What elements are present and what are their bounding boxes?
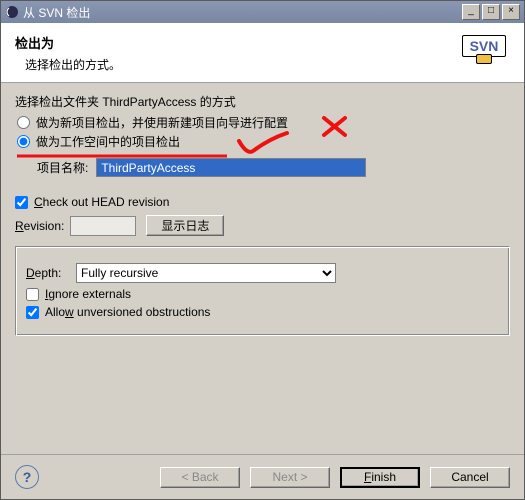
ignore-externals-checkbox[interactable] xyxy=(26,288,39,301)
allow-unversioned-row[interactable]: Allow unversioned obstructions xyxy=(26,305,499,319)
project-name-input[interactable] xyxy=(96,158,366,177)
depth-select[interactable]: Fully recursive xyxy=(76,263,336,283)
radio-new-project[interactable]: 做为新项目检出，并使用新建项目向导进行配置 xyxy=(15,114,510,131)
maximize-button[interactable]: □ xyxy=(482,4,500,20)
wizard-footer: ? < Back Next > Finish Cancel xyxy=(1,454,524,499)
revision-label: Revision: xyxy=(15,219,64,233)
eclipse-icon xyxy=(5,5,19,19)
wizard-header: 检出为 选择检出的方式。 SVN xyxy=(1,23,524,83)
svn-logo-icon: SVN xyxy=(462,35,506,64)
next-button: Next > xyxy=(250,467,330,488)
dialog-window: 从 SVN 检出 _ □ × 检出为 选择检出的方式。 SVN 选择检出文件夹 … xyxy=(0,0,525,500)
depth-group: Depth: Fully recursive Ignore externals … xyxy=(15,246,510,336)
ignore-externals-label: Ignore externals xyxy=(45,287,131,301)
head-revision-label: Check out HEAD revision xyxy=(34,195,169,209)
radio-workspace-project[interactable]: 做为工作空间中的项目检出 xyxy=(15,133,510,150)
checkout-prompt: 选择检出文件夹 ThirdPartyAccess 的方式 xyxy=(15,93,510,110)
titlebar: 从 SVN 检出 _ □ × xyxy=(1,1,524,23)
revision-row: Revision: 显示日志 xyxy=(15,215,510,236)
cancel-button[interactable]: Cancel xyxy=(430,467,510,488)
radio-workspace-project-label: 做为工作空间中的项目检出 xyxy=(36,133,180,150)
ignore-externals-row[interactable]: Ignore externals xyxy=(26,287,499,301)
back-button: < Back xyxy=(160,467,240,488)
allow-unversioned-checkbox[interactable] xyxy=(26,306,39,319)
help-button[interactable]: ? xyxy=(15,465,39,489)
head-revision-row[interactable]: Check out HEAD revision xyxy=(15,195,510,209)
show-log-button[interactable]: 显示日志 xyxy=(146,215,224,236)
project-name-row: 项目名称: xyxy=(37,158,510,177)
depth-row: Depth: Fully recursive xyxy=(26,263,499,283)
head-revision-checkbox[interactable] xyxy=(15,196,28,209)
radio-new-project-input[interactable] xyxy=(17,116,30,129)
minimize-button[interactable]: _ xyxy=(462,4,480,20)
page-subtitle: 选择检出的方式。 xyxy=(25,56,510,73)
project-name-label: 项目名称: xyxy=(37,159,88,176)
depth-label: Depth: xyxy=(26,266,76,280)
page-title: 检出为 xyxy=(15,33,510,52)
wizard-body: 选择检出文件夹 ThirdPartyAccess 的方式 做为新项目检出，并使用… xyxy=(1,83,524,346)
radio-workspace-project-input[interactable] xyxy=(17,135,30,148)
revision-input xyxy=(70,216,136,236)
close-button[interactable]: × xyxy=(502,4,520,20)
allow-unversioned-label: Allow unversioned obstructions xyxy=(45,305,210,319)
radio-new-project-label: 做为新项目检出，并使用新建项目向导进行配置 xyxy=(36,114,288,131)
finish-button[interactable]: Finish xyxy=(340,467,420,488)
window-title: 从 SVN 检出 xyxy=(23,4,462,21)
